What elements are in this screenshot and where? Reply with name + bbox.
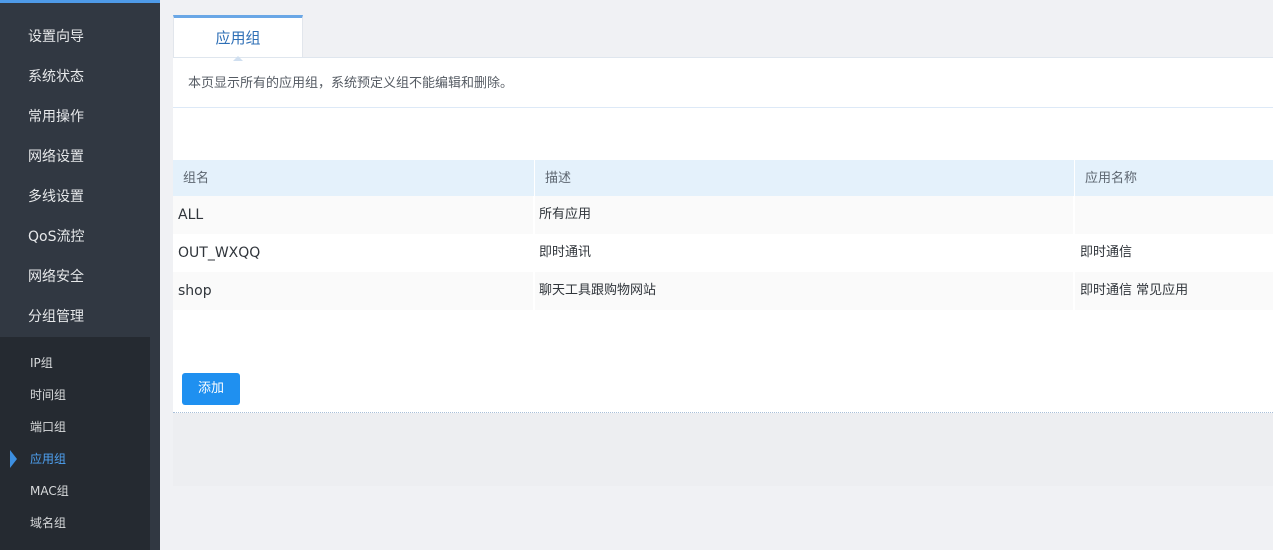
submenu-app-group[interactable]: 应用组 <box>0 443 150 475</box>
active-indicator-icon <box>10 450 17 468</box>
nav-qos[interactable]: QoS流控 <box>0 217 160 257</box>
submenu-ip-group[interactable]: IP组 <box>0 347 150 379</box>
add-button[interactable]: 添加 <box>182 373 240 405</box>
tab-app-group[interactable]: 应用组 <box>173 15 303 58</box>
submenu-domain-group[interactable]: 域名组 <box>0 507 150 539</box>
nav-system-status[interactable]: 系统状态 <box>0 57 160 97</box>
header-description: 描述 <box>545 171 572 186</box>
cell-group-name: OUT_WXQQ <box>178 245 261 261</box>
column-divider <box>533 196 535 234</box>
column-divider <box>533 272 535 310</box>
cell-app-names: 即时通信 常见应用 <box>1080 283 1189 298</box>
table-row[interactable]: OUT_WXQQ 即时通讯 即时通信 <box>173 234 1273 272</box>
column-divider <box>1073 272 1075 310</box>
submenu-mac-group[interactable]: MAC组 <box>0 475 150 507</box>
header-app-names: 应用名称 <box>1085 171 1138 186</box>
submenu-port-group[interactable]: 端口组 <box>0 411 150 443</box>
main-panel: 本页显示所有的应用组，系统预定义组不能编辑和删除。 组名 描述 应用名称 ALL… <box>173 57 1273 413</box>
nav-group-management[interactable]: 分组管理 <box>0 297 160 337</box>
cell-app-names <box>1080 196 1270 234</box>
table-row[interactable]: shop 聊天工具跟购物网站 即时通信 常见应用 <box>173 272 1273 310</box>
cell-description: 所有应用 <box>539 207 592 222</box>
nav-multiline-settings[interactable]: 多线设置 <box>0 177 160 217</box>
sidebar-top-accent <box>0 0 160 3</box>
page-notice: 本页显示所有的应用组，系统预定义组不能编辑和删除。 <box>173 58 1273 108</box>
header-group-name: 组名 <box>183 171 210 186</box>
cell-description: 聊天工具跟购物网站 <box>539 283 657 298</box>
table-row[interactable]: ALL 所有应用 <box>173 196 1273 234</box>
cell-description: 即时通讯 <box>539 245 592 260</box>
panel-footer-area <box>173 413 1273 486</box>
column-divider <box>1073 196 1075 234</box>
nav-network-settings[interactable]: 网络设置 <box>0 137 160 177</box>
cell-group-name: shop <box>178 283 212 299</box>
submenu-panel: IP组 时间组 端口组 应用组 MAC组 域名组 <box>0 337 150 550</box>
nav-network-security[interactable]: 网络安全 <box>0 257 160 297</box>
submenu-time-group[interactable]: 时间组 <box>0 379 150 411</box>
nav-setup-wizard[interactable]: 设置向导 <box>0 17 160 57</box>
table-header: 组名 描述 应用名称 <box>173 160 1273 196</box>
cell-group-name: ALL <box>178 207 204 223</box>
nav-common-operations[interactable]: 常用操作 <box>0 97 160 137</box>
cell-app-names: 即时通信 <box>1080 245 1133 260</box>
tab-pointer-icon <box>233 56 243 61</box>
sidebar: 设置向导 系统状态 常用操作 网络设置 多线设置 QoS流控 网络安全 分组管理… <box>0 0 160 550</box>
